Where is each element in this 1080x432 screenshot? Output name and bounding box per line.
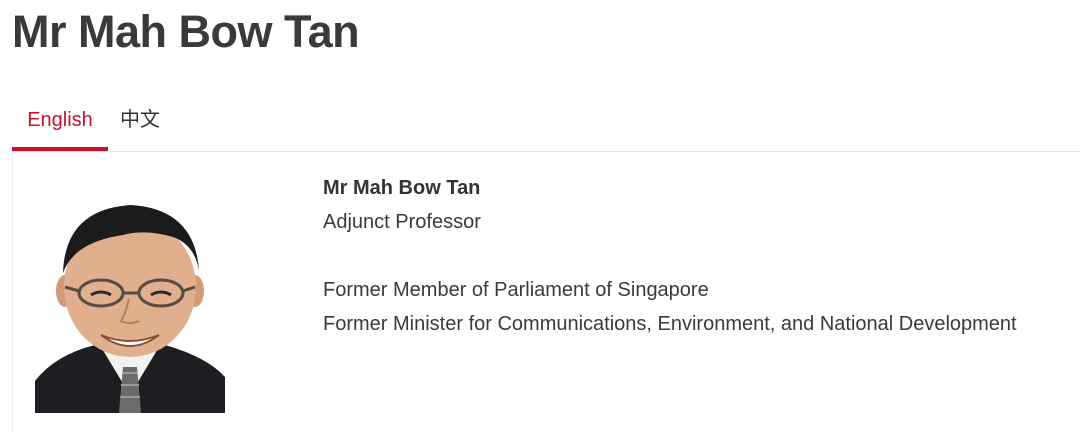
profile-description-parliament: Former Member of Parliament of Singapore <box>323 279 709 301</box>
tab-english[interactable]: English <box>12 98 108 151</box>
profile-info: Mr Mah Bow Tan Adjunct Professor Former … <box>323 173 1017 343</box>
tab-chinese[interactable]: 中文 <box>120 98 166 151</box>
page: Mr Mah Bow Tan English 中文 Mr Mah Bow Tan… <box>0 0 1080 432</box>
profile-panel: Mr Mah Bow Tan Adjunct Professor Former … <box>12 151 1080 432</box>
profile-photo <box>35 195 225 413</box>
profile-role: Adjunct Professor <box>323 211 481 233</box>
profile-description-minister: Former Minister for Communications, Envi… <box>323 313 1017 335</box>
page-title: Mr Mah Bow Tan <box>12 6 360 57</box>
portrait-photo-icon <box>35 195 225 413</box>
language-tabs: English 中文 <box>12 98 1080 152</box>
profile-name: Mr Mah Bow Tan <box>323 177 481 199</box>
